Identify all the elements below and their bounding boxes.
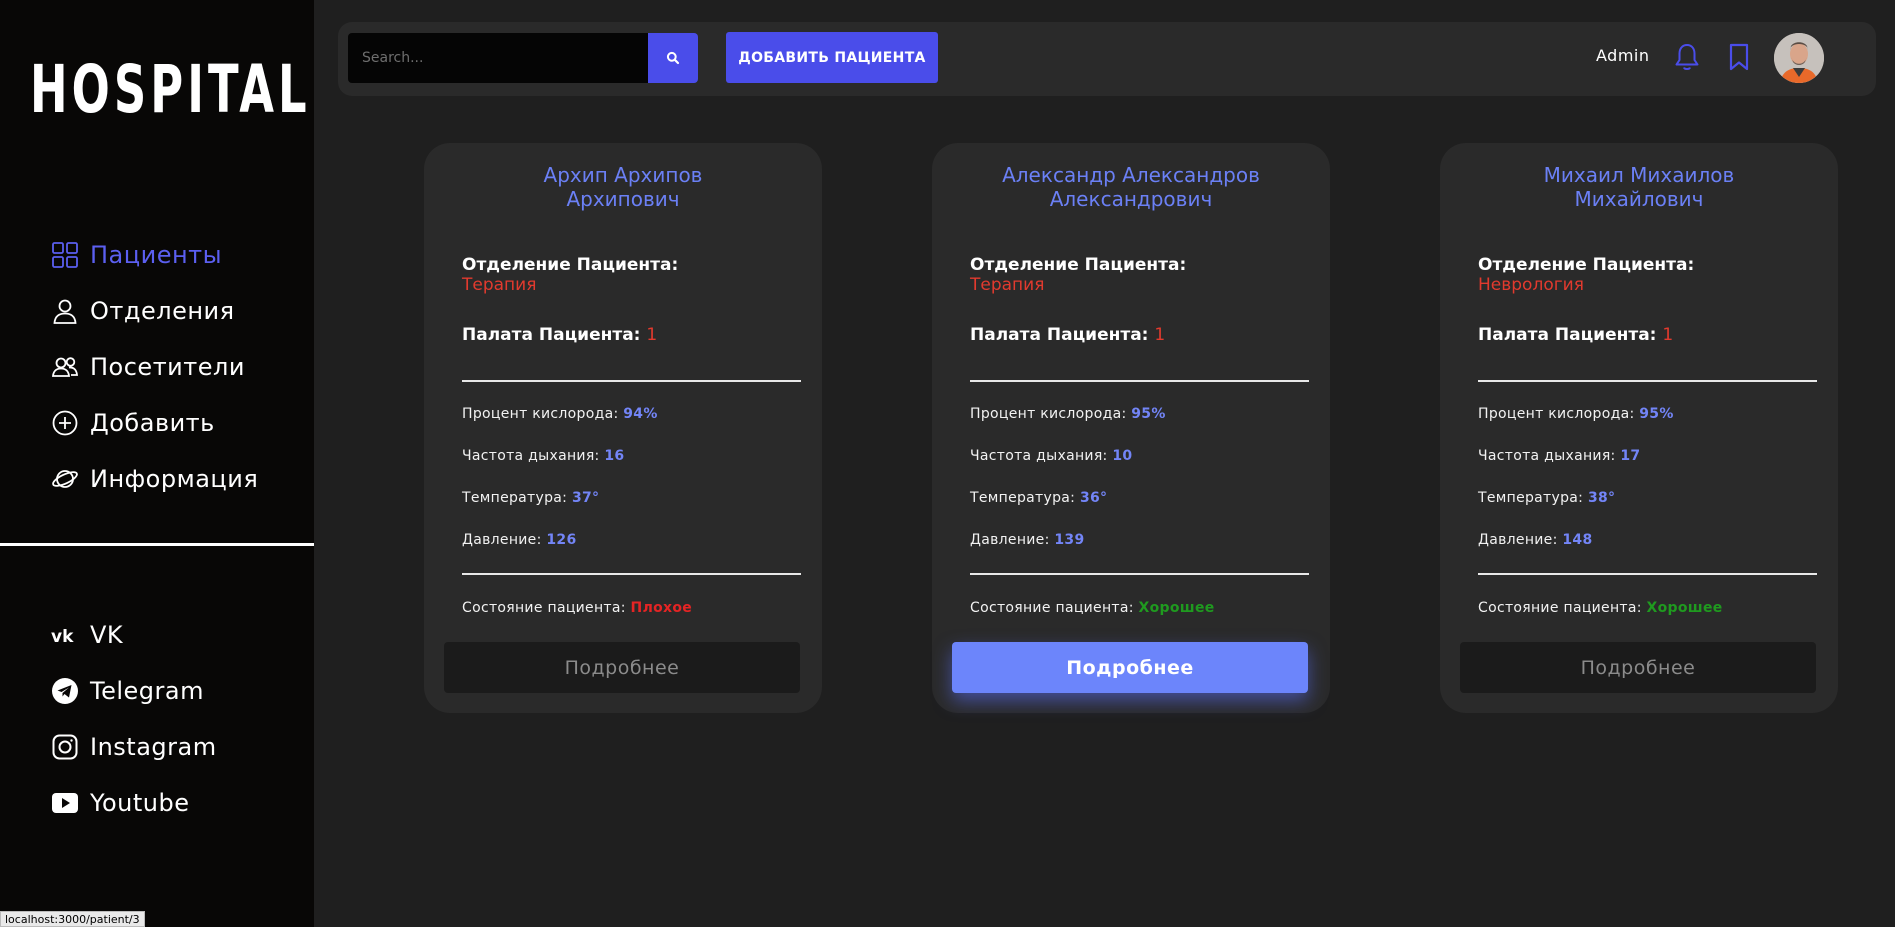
- card-divider: [462, 573, 801, 575]
- sidebar-item-label: Информация: [90, 465, 259, 493]
- pressure-stat: Давление: 148: [1478, 532, 1593, 548]
- social-label: Youtube: [90, 789, 190, 817]
- plus-circle-icon: [50, 408, 80, 438]
- temperature-stat: Температура: 36°: [970, 490, 1108, 506]
- social-label: Instagram: [90, 733, 217, 761]
- patient-name[interactable]: Александр Александров Александрович: [932, 163, 1330, 211]
- bookmark-icon[interactable]: [1726, 42, 1752, 72]
- sidebar-item-departments[interactable]: Отделения: [50, 283, 258, 339]
- sidebar-item-add[interactable]: Добавить: [50, 395, 258, 451]
- social-links: vk VK Telegram Instagram Youtube: [50, 607, 217, 831]
- social-link-youtube[interactable]: Youtube: [50, 775, 217, 831]
- department-value: Терапия: [970, 275, 1045, 295]
- search-input[interactable]: [348, 33, 648, 83]
- user-icon: [50, 296, 80, 326]
- search-icon: [666, 51, 680, 65]
- social-label: VK: [90, 621, 124, 649]
- sidebar-nav: Пациенты Отделения Посетители Добавить И…: [50, 227, 258, 507]
- oxygen-stat: Процент кислорода: 94%: [462, 406, 658, 422]
- search-button[interactable]: [648, 33, 698, 83]
- sidebar-item-label: Добавить: [90, 409, 215, 437]
- card-divider: [1478, 380, 1817, 382]
- breathing-stat: Частота дыхания: 16: [462, 448, 625, 464]
- vk-icon: vk: [50, 620, 80, 650]
- condition-stat: Состояние пациента: Хорошее: [970, 600, 1215, 616]
- logo: HOSPITAL: [30, 51, 311, 128]
- temperature-stat: Температура: 37°: [462, 490, 600, 506]
- bell-icon[interactable]: [1673, 42, 1701, 72]
- sidebar-item-visitors[interactable]: Посетители: [50, 339, 258, 395]
- pressure-stat: Давление: 139: [970, 532, 1085, 548]
- patient-name[interactable]: Архип Архипов Архипович: [424, 163, 822, 211]
- patient-card: Михаил Михаилов Михайлович Отделение Паци…: [1440, 143, 1838, 713]
- card-divider: [462, 380, 801, 382]
- sidebar: HOSPITAL Пациенты Отделения Посетители Д…: [0, 0, 314, 927]
- card-divider: [970, 573, 1309, 575]
- user-name: Admin: [1596, 46, 1650, 65]
- details-button[interactable]: Подробнее: [952, 642, 1308, 693]
- users-icon: [50, 352, 80, 382]
- sidebar-divider: [0, 543, 314, 546]
- avatar[interactable]: [1774, 33, 1824, 83]
- svg-text:vk: vk: [51, 627, 74, 647]
- oxygen-stat: Процент кислорода: 95%: [1478, 406, 1674, 422]
- sidebar-item-label: Посетители: [90, 353, 245, 381]
- sidebar-item-patients[interactable]: Пациенты: [50, 227, 258, 283]
- department-label: Отделение Пациента:: [462, 255, 679, 275]
- instagram-icon: [50, 732, 80, 762]
- details-button[interactable]: Подробнее: [1460, 642, 1816, 693]
- sidebar-item-label: Отделения: [90, 297, 235, 325]
- department-value: Терапия: [462, 275, 537, 295]
- breathing-stat: Частота дыхания: 10: [970, 448, 1133, 464]
- department-value: Неврология: [1478, 275, 1584, 295]
- patient-card: Архип Архипов Архипович Отделение Пациент…: [424, 143, 822, 713]
- top-header: ДОБАВИТЬ ПАЦИЕНТА Admin: [338, 22, 1876, 96]
- social-link-telegram[interactable]: Telegram: [50, 663, 217, 719]
- pressure-stat: Давление: 126: [462, 532, 577, 548]
- user-avatar-icon: [1774, 33, 1824, 83]
- add-patient-button[interactable]: ДОБАВИТЬ ПАЦИЕНТА: [726, 32, 938, 83]
- ward-info: Палата Пациента: 1: [1478, 325, 1674, 345]
- sidebar-item-label: Пациенты: [90, 241, 223, 269]
- social-link-vk[interactable]: vk VK: [50, 607, 217, 663]
- condition-stat: Состояние пациента: Плохое: [462, 600, 693, 616]
- ward-info: Палата Пациента: 1: [462, 325, 658, 345]
- card-divider: [970, 380, 1309, 382]
- card-divider: [1478, 573, 1817, 575]
- patient-card: Александр Александров Александрович Отдел…: [932, 143, 1330, 713]
- social-label: Telegram: [90, 677, 204, 705]
- sidebar-item-info[interactable]: Информация: [50, 451, 258, 507]
- youtube-icon: [50, 788, 80, 818]
- planet-icon: [50, 464, 80, 494]
- grid-icon: [50, 240, 80, 270]
- status-bar-url: localhost:3000/patient/3: [0, 911, 145, 927]
- oxygen-stat: Процент кислорода: 95%: [970, 406, 1166, 422]
- department-label: Отделение Пациента:: [970, 255, 1187, 275]
- temperature-stat: Температура: 38°: [1478, 490, 1616, 506]
- telegram-icon: [50, 676, 80, 706]
- breathing-stat: Частота дыхания: 17: [1478, 448, 1641, 464]
- details-button[interactable]: Подробнее: [444, 642, 800, 693]
- social-link-instagram[interactable]: Instagram: [50, 719, 217, 775]
- condition-stat: Состояние пациента: Хорошее: [1478, 600, 1723, 616]
- ward-info: Палата Пациента: 1: [970, 325, 1166, 345]
- patient-name[interactable]: Михаил Михаилов Михайлович: [1440, 163, 1838, 211]
- department-label: Отделение Пациента:: [1478, 255, 1695, 275]
